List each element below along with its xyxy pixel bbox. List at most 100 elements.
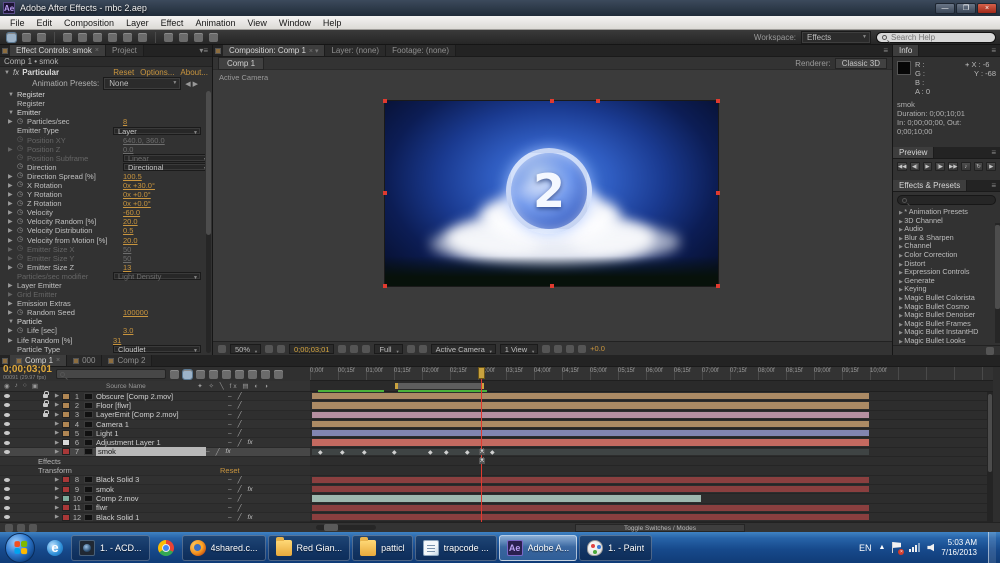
stopwatch-icon[interactable]: ◷ [17, 154, 27, 162]
taskbar-button[interactable]: patticl [352, 535, 413, 561]
taskbar-button[interactable] [152, 535, 180, 561]
transform-reset-link[interactable]: Reset [220, 466, 310, 475]
keyframe-icon[interactable]: ◆ [465, 449, 470, 456]
exposure-value[interactable]: +0.0 [590, 344, 605, 353]
minimize-button[interactable]: — [935, 3, 955, 14]
fx-switch[interactable]: fx [226, 448, 231, 455]
taskbar-button[interactable]: 1. - Paint [579, 535, 652, 561]
twirl-icon[interactable]: ▶ [8, 200, 17, 207]
layer-row[interactable]: ▶ 7 smok ‒ ╱ fx [0, 448, 310, 457]
layer-row[interactable]: ▶ 12 Black Solid 1 ‒ ╱ fx [0, 513, 310, 522]
stopwatch-icon[interactable]: ◷ [17, 254, 27, 262]
tab-timeline-000[interactable]: 000 [67, 355, 102, 366]
layer-color-swatch[interactable] [62, 476, 70, 483]
brainstorm-icon[interactable] [248, 370, 257, 379]
twirl-icon[interactable]: ▶ [8, 146, 17, 153]
property-value[interactable]: 50 [123, 254, 131, 263]
effect-property-row[interactable]: ▶ ◷ Emission Extras [0, 299, 205, 308]
taskbar-button[interactable] [41, 535, 69, 561]
about-link[interactable]: About... [180, 68, 208, 77]
clock[interactable]: 5:03 AM 7/16/2013 [941, 538, 977, 558]
tray-expand-icon[interactable]: ▲ [878, 544, 885, 551]
layer-row[interactable]: ▶ 3 LayerEmit [Comp 2.mov] ‒ ╱ fx [0, 411, 310, 420]
timeline-search[interactable] [56, 369, 166, 379]
eye-icon[interactable] [4, 496, 10, 500]
effect-property-row[interactable]: ▶ ◷ Y Rotation 0x +0.0° [0, 190, 205, 199]
layer-name[interactable]: Camera 1 [96, 420, 228, 429]
layer-name[interactable]: flwr [96, 503, 228, 512]
property-value[interactable]: -60.0 [123, 208, 140, 217]
quality-switch[interactable]: ╱ [238, 439, 242, 447]
twirl-icon[interactable]: ▶ [8, 173, 17, 180]
property-value[interactable]: 100.5 [123, 172, 142, 181]
twirl-icon[interactable]: ▶ [8, 337, 17, 344]
show-snapshot-icon[interactable] [350, 345, 358, 353]
quality-switch[interactable]: ╱ [238, 420, 242, 428]
magnification-dropdown[interactable]: 50% [230, 344, 261, 354]
layer-row[interactable]: ▶ 5 Light 1 ‒ ╱ fx [0, 429, 310, 438]
pixel-aspect-icon[interactable] [542, 345, 550, 353]
taskbar-button[interactable]: trapcode ... [415, 535, 497, 561]
twirl-icon[interactable]: ▶ [8, 255, 17, 262]
fast-previews-icon[interactable] [554, 345, 562, 353]
layer-row[interactable]: ▶ Effects ‒ ╱ fx [0, 457, 310, 466]
keyframe-icon[interactable]: ◆ [318, 449, 323, 456]
twirl-icon[interactable]: ▶ [8, 191, 17, 198]
pan-behind-tool-icon[interactable] [93, 33, 102, 42]
property-value[interactable]: 0.5 [123, 226, 133, 235]
property-value[interactable]: 13 [123, 263, 131, 272]
property-value[interactable]: 100000 [123, 308, 148, 317]
selection-handle[interactable] [550, 284, 554, 288]
property-value[interactable]: 640.0, 360.0 [123, 136, 165, 145]
selection-handle[interactable] [716, 191, 720, 195]
selection-handle[interactable] [383, 284, 387, 288]
selection-handle[interactable] [383, 191, 387, 195]
eye-icon[interactable] [4, 422, 10, 426]
expand-transfer-icon[interactable] [17, 524, 25, 532]
effect-property-row[interactable]: ◷ Emitter Type Layer [0, 126, 205, 135]
animation-presets-dropdown[interactable]: None [103, 77, 181, 90]
layer-color-swatch[interactable] [62, 448, 70, 455]
tab-effect-controls[interactable]: Effect Controls: smok× [10, 45, 106, 56]
layer-name[interactable]: Floor [flwr] [96, 401, 228, 410]
language-indicator[interactable]: EN [859, 543, 872, 553]
tab-preview[interactable]: Preview [893, 147, 934, 158]
collapse-switch[interactable]: ‒ [228, 430, 232, 437]
composition-viewer[interactable]: Active Camera 2 [213, 70, 892, 341]
twirl-icon[interactable]: ▶ [8, 309, 17, 316]
effect-property-row[interactable]: ▶ ◷ Velocity from Motion [%] 20.0 [0, 236, 205, 245]
quality-switch[interactable]: ╱ [238, 513, 242, 521]
camera-dropdown[interactable]: Active Camera [431, 344, 496, 354]
stopwatch-icon[interactable]: ◷ [17, 200, 27, 208]
layer-color-swatch[interactable] [62, 421, 70, 428]
layer-color-swatch[interactable] [62, 514, 70, 521]
stopwatch-icon[interactable]: ◷ [17, 145, 27, 153]
puppet-tool-icon[interactable] [209, 33, 218, 42]
property-value[interactable]: 50 [123, 245, 131, 254]
flowchart-icon[interactable] [578, 345, 586, 353]
effect-property-row[interactable]: ◷ Particle Type Cloudlet [0, 345, 205, 354]
graph-editor-icon[interactable] [274, 370, 283, 379]
layer-twirl-icon[interactable]: ▶ [52, 477, 62, 483]
timeline-zoom-slider[interactable] [316, 525, 376, 530]
layer-duration-bar[interactable] [312, 393, 869, 399]
eye-icon[interactable] [4, 506, 10, 510]
eye-icon[interactable] [4, 394, 10, 398]
layer-row[interactable]: ▶ 10 Comp 2.mov ‒ ╱ fx [0, 494, 310, 503]
transport-button[interactable]: ▶ [986, 162, 996, 171]
stopwatch-icon[interactable]: ◷ [17, 263, 27, 271]
quality-switch[interactable]: ╱ [238, 411, 242, 419]
layer-name[interactable]: Adjustment Layer 1 [96, 438, 228, 447]
collapse-switch[interactable]: ‒ [228, 504, 232, 511]
layer-twirl-icon[interactable]: ▶ [52, 486, 62, 492]
tab-footage[interactable]: Footage: (none) [386, 45, 456, 56]
transport-button[interactable]: |▶ [935, 162, 945, 171]
frame-blending-icon[interactable] [222, 370, 231, 379]
menu-item[interactable]: Help [317, 18, 348, 28]
lock-icon[interactable] [43, 403, 48, 407]
expand-layers-icon[interactable] [5, 524, 13, 532]
property-value[interactable]: Layer [113, 127, 201, 135]
layer-twirl-icon[interactable]: ▶ [52, 505, 62, 511]
effect-property-row[interactable]: ▶ ◷ Velocity -60.0 [0, 208, 205, 217]
layer-name[interactable]: Obscure [Comp 2.mov] [96, 392, 228, 401]
